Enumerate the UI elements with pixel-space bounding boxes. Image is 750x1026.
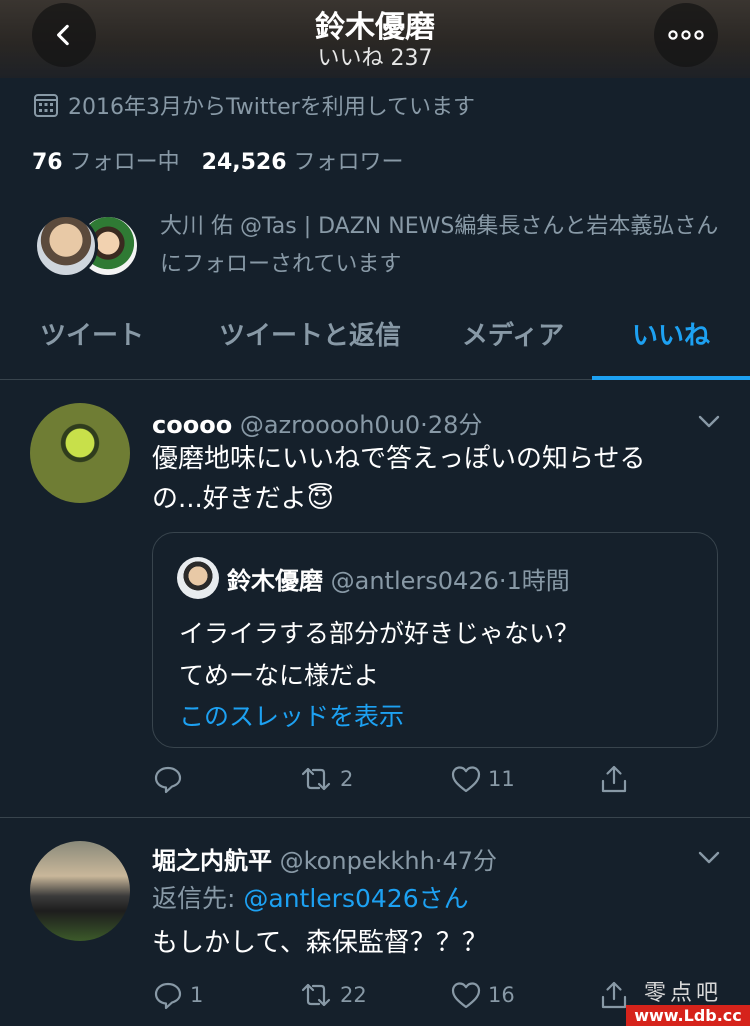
like-button[interactable]: 16: [450, 977, 515, 1013]
tweet[interactable]: coooo @azrooooh0u0·28分 優磨地味にいいねで答えっぽいの知ら…: [0, 381, 750, 818]
followers-count: 24,526: [201, 150, 287, 175]
retweet-count: 2: [340, 767, 354, 791]
follow-stats: 76 フォロー中 24,526 フォロワー: [32, 144, 404, 176]
quoted-author-handle: @antlers0426: [330, 567, 499, 595]
like-count: 16: [488, 983, 515, 1007]
tweet-time: 28分: [427, 411, 483, 439]
tweet-author-handle: @konpekkhh: [279, 847, 435, 875]
retweet-icon: [301, 983, 331, 1007]
watermark-text: 零点吧: [644, 981, 723, 1006]
reply-to: 返信先: @antlers0426さん: [152, 879, 469, 915]
quoted-text-line: イライラする部分が好きじゃない？: [179, 619, 580, 648]
tweet-author-name[interactable]: 堀之内航平: [152, 847, 272, 875]
avatar[interactable]: [30, 403, 130, 503]
more-button[interactable]: [654, 3, 718, 67]
tab-media[interactable]: メディア: [452, 300, 574, 380]
show-thread-link[interactable]: このスレッドを表示: [179, 697, 404, 733]
tweet-text-line: の...好きだよ😇: [152, 484, 334, 514]
tweet-separator: ·: [420, 411, 428, 439]
tab-tweets-and-replies[interactable]: ツイートと返信: [208, 300, 412, 380]
tweet-author-handle: @azrooooh0u0: [239, 411, 421, 439]
following-count: 76: [32, 150, 63, 175]
watermark: 零点吧 www.Ldb.cc: [626, 975, 750, 1026]
followers-link[interactable]: 24,526 フォロワー: [202, 150, 404, 175]
followers-you-know-text: 大川 佑 @Tas | DAZN NEWS編集長さんと岩本義弘さんにフォローされ…: [160, 214, 719, 277]
chevron-down-icon[interactable]: [696, 847, 722, 867]
tweet-text: 優磨地味にいいねで答えっぽいの知らせる の...好きだよ😇: [152, 439, 645, 519]
like-button[interactable]: 11: [450, 761, 515, 797]
tweet-time: 47分: [442, 847, 497, 875]
tab-likes[interactable]: いいね: [592, 300, 750, 380]
reply-icon: [154, 982, 182, 1010]
quoted-tweet-text: イライラする部分が好きじゃない？ てめーなに様だよ: [179, 613, 579, 697]
quoted-text-line: てめーなに様だよ: [179, 661, 380, 690]
tweet-header: 堀之内航平 @konpekkhh·47分: [152, 841, 497, 876]
profile-header: 鈴木優磨 いいね 237: [0, 0, 750, 78]
reply-to-label: 返信先:: [152, 884, 244, 913]
following-label: フォロー中: [69, 150, 180, 175]
share-button[interactable]: [598, 761, 636, 797]
quoted-tweet-time: 1時間: [506, 567, 570, 595]
join-date: 2016年3月からTwitterを利用しています: [32, 88, 475, 122]
reply-icon: [154, 766, 182, 794]
retweet-count: 22: [340, 983, 367, 1007]
heart-icon: [451, 982, 481, 1009]
tweet-text: もしかして、森保監督？？？: [152, 928, 488, 958]
tweet-text-line: 優磨地味にいいねで答えっぽいの知らせる: [152, 444, 646, 474]
avatar: [177, 557, 219, 599]
quoted-tweet-header: 鈴木優磨 @antlers0426·1時間: [227, 561, 570, 596]
profile-tabs: ツイート ツイートと返信 メディア いいね: [0, 300, 750, 380]
likes-count-subtitle: いいね 237: [317, 46, 433, 71]
retweet-button[interactable]: 22: [298, 977, 367, 1013]
calendar-icon: [34, 94, 58, 117]
followers-you-know[interactable]: 大川 佑 @Tas | DAZN NEWS編集長さんと岩本義弘さんにフォローされ…: [30, 208, 730, 288]
more-horizontal-icon: [668, 30, 704, 40]
quoted-tweet[interactable]: 鈴木優磨 @antlers0426·1時間 イライラする部分が好きじゃない？ て…: [152, 532, 718, 748]
followers-label: フォロワー: [293, 150, 404, 175]
reply-to-handle[interactable]: @antlers0426さん: [243, 884, 468, 913]
active-tab-indicator: [592, 376, 750, 380]
retweet-button[interactable]: 2: [298, 761, 353, 797]
tweet-actions: 1 22 16: [150, 977, 650, 1013]
reply-button[interactable]: [152, 761, 190, 797]
quoted-author-name: 鈴木優磨: [227, 567, 323, 595]
retweet-icon: [301, 767, 331, 791]
tweet-author-name[interactable]: coooo: [152, 411, 232, 439]
tweet-separator: ·: [498, 567, 507, 595]
join-date-text: 2016年3月からTwitterを利用しています: [68, 95, 476, 120]
reply-count: 1: [190, 983, 204, 1007]
tab-tweets[interactable]: ツイート: [30, 300, 154, 380]
tweet-header: coooo @azrooooh0u0·28分: [152, 405, 482, 440]
like-count: 11: [488, 767, 515, 791]
avatar[interactable]: [30, 841, 130, 941]
reply-button[interactable]: 1: [152, 977, 203, 1013]
tweet-actions: 2 11: [150, 761, 650, 797]
watermark-url: www.Ldb.cc: [626, 1005, 750, 1026]
avatar: [34, 214, 98, 278]
chevron-down-icon[interactable]: [696, 411, 722, 431]
share-icon: [601, 765, 627, 793]
heart-icon: [451, 766, 481, 793]
following-link[interactable]: 76 フォロー中: [32, 150, 180, 175]
